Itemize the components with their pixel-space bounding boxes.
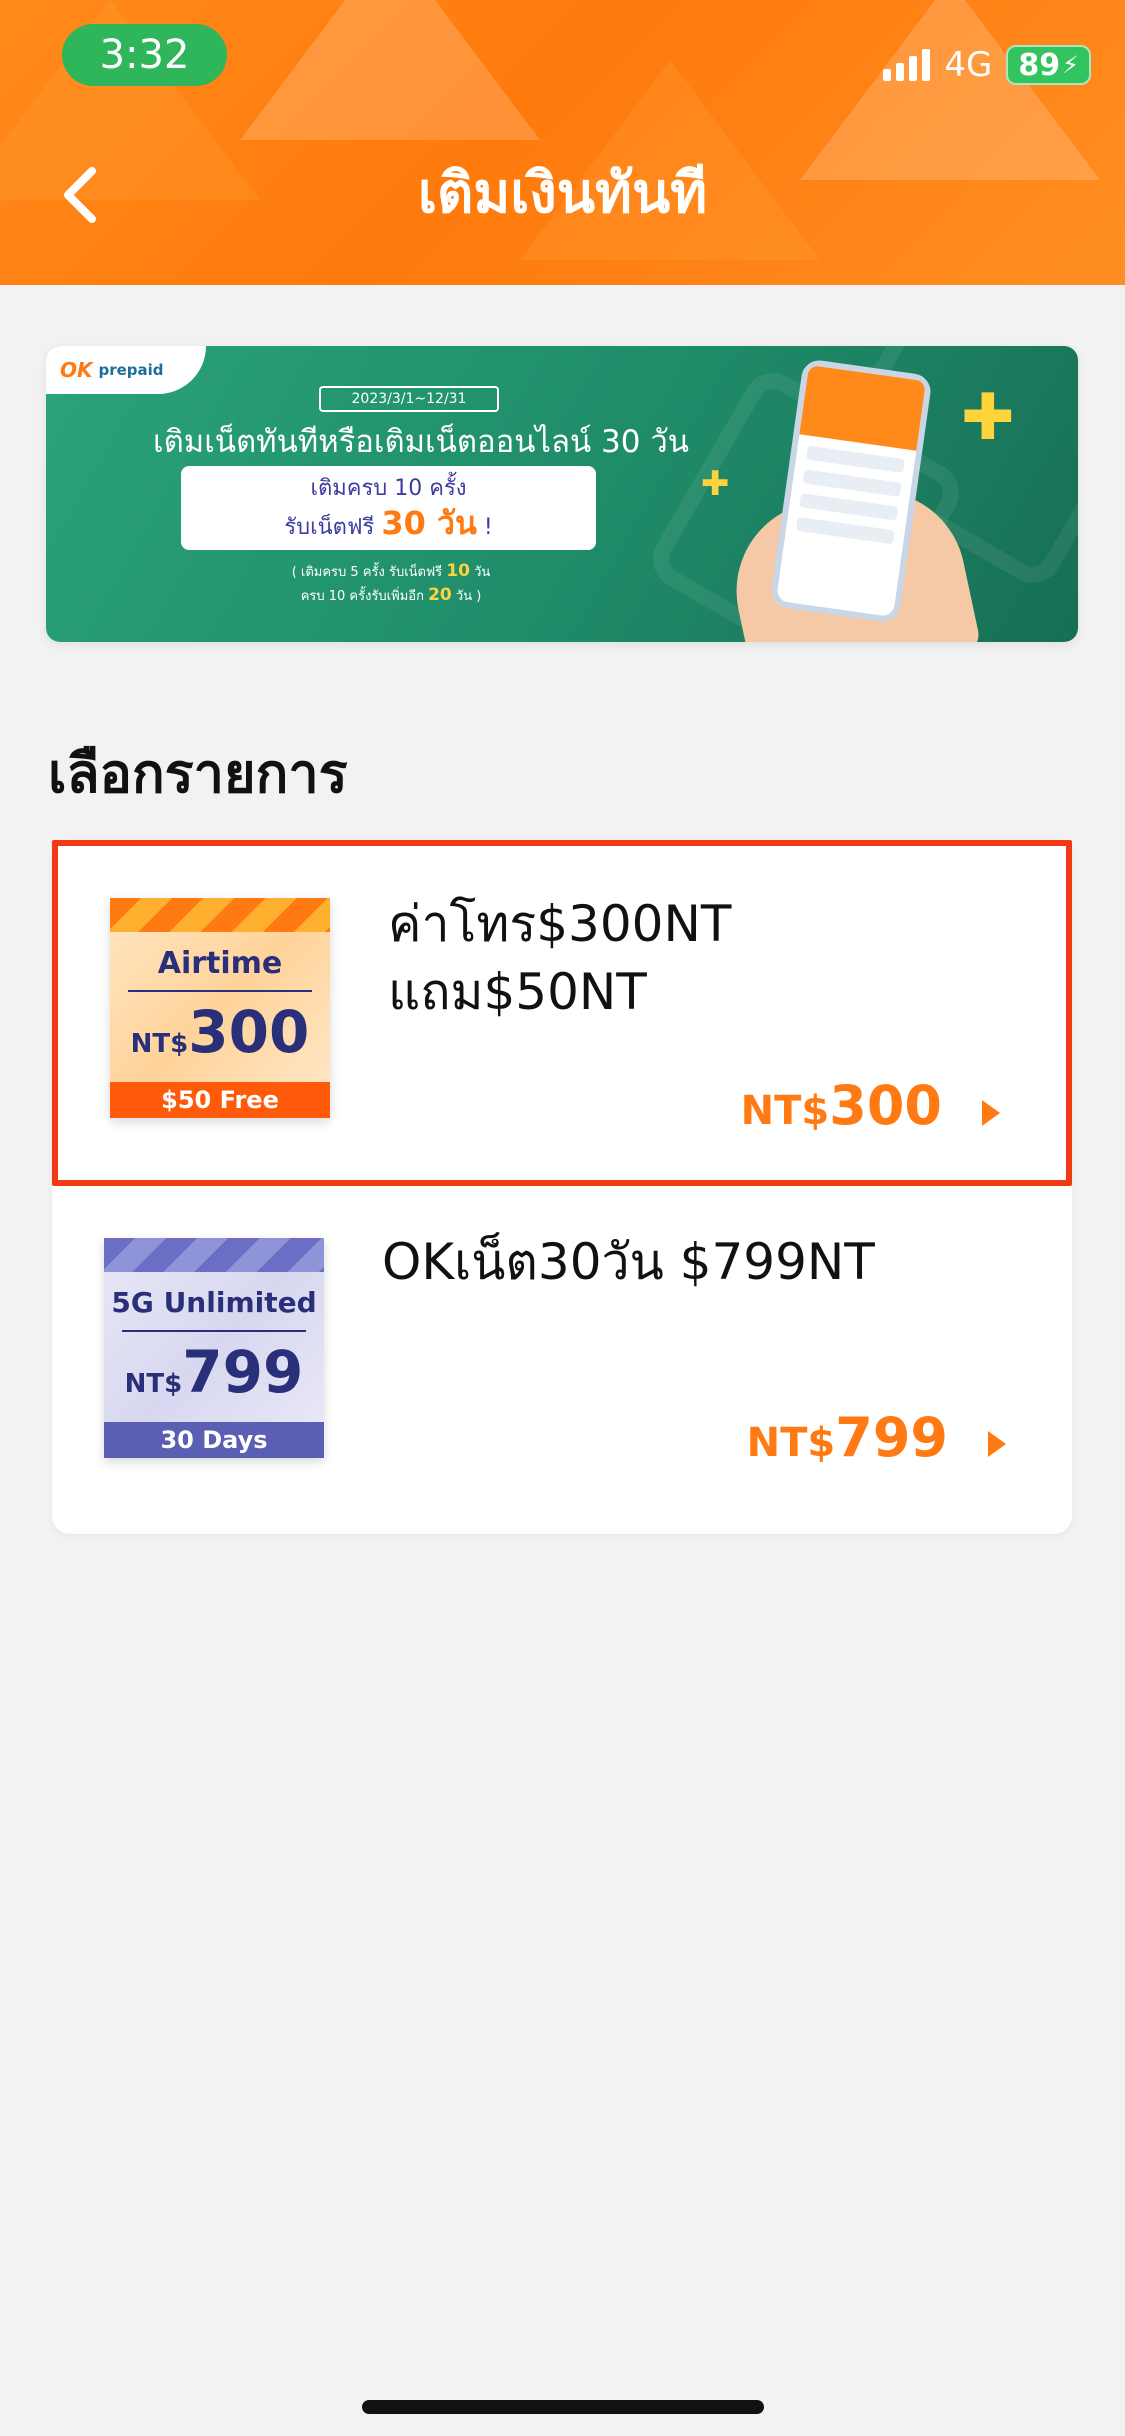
- product-name-line1: ค่าโทร$300NT: [388, 895, 732, 953]
- product-price: NT$799: [747, 1406, 948, 1469]
- banner-headline: เติมเน็ตทันทีหรือเติมเน็ตออนไลน์ 30 วัน: [153, 424, 689, 460]
- status-indicators: 4G 89 ⚡: [883, 42, 1091, 88]
- price-currency: NT$: [740, 1088, 830, 1134]
- thumb-divider: [122, 1330, 306, 1332]
- thumb-footer: $50 Free: [110, 1082, 330, 1118]
- thumb-currency: NT$: [130, 1029, 189, 1059]
- thumb-amount: 300: [188, 998, 310, 1066]
- thumb-footer: 30 Days: [104, 1422, 324, 1458]
- banner-offer-line1: เติมครบ 10 ครั้ง: [310, 475, 467, 501]
- banner-offer-line2: รับเน็ตฟรี 30 วัน !: [284, 506, 492, 545]
- promo-banner[interactable]: OK prepaid 2023/3/1~12/31 เติมเน็ตทันทีห…: [46, 346, 1078, 642]
- note1-highlight: 10: [446, 561, 470, 581]
- product-name-line1: OKเน็ต30วัน $799NT: [382, 1233, 875, 1291]
- header-pattern: [240, 0, 540, 140]
- battery-level: 89: [1018, 47, 1061, 83]
- banner-offer-box: เติมครบ 10 ครั้ง รับเน็ตฟรี 30 วัน !: [181, 466, 596, 550]
- price-amount: 300: [829, 1074, 942, 1137]
- product-list: Airtime NT$300 $50 Free ค่าโทร$300NT แถม…: [52, 840, 1072, 1534]
- banner-offer-highlight: 30 วัน: [381, 503, 477, 542]
- thumb-amount: 799: [182, 1338, 304, 1406]
- product-name: ค่าโทร$300NT แถม$50NT: [388, 890, 731, 1026]
- thumb-currency: NT$: [124, 1369, 183, 1399]
- note2-prefix: ครบ 10 ครั้งรับเพิ่มอีก: [300, 589, 424, 604]
- product-item-5g-unlimited-799[interactable]: 5G Unlimited NT$799 30 Days OKเน็ต30วัน …: [52, 1188, 1072, 1534]
- home-indicator[interactable]: [362, 2400, 764, 2414]
- thumb-divider: [128, 990, 312, 992]
- thumb-title: 5G Unlimited: [111, 1286, 317, 1319]
- signal-icon: [883, 49, 931, 81]
- play-arrow-icon: [988, 1431, 1006, 1457]
- banner-date-range: 2023/3/1~12/31: [319, 386, 499, 412]
- thumb-band: [110, 898, 330, 932]
- banner-offer-prefix: รับเน็ตฟรี: [284, 514, 375, 540]
- network-type: 4G: [944, 45, 993, 85]
- battery-icon: 89 ⚡: [1006, 45, 1091, 85]
- ok-prepaid-logo: OK prepaid: [46, 346, 206, 394]
- thumb-price: NT$799: [104, 1338, 324, 1406]
- product-price: NT$300: [741, 1074, 942, 1137]
- banner-note: ( เติมครบ 5 ครั้ง รับเน็ตฟรี 10 วัน ครบ …: [226, 560, 556, 608]
- thumb-band: [104, 1238, 324, 1272]
- banner-note-line1: ( เติมครบ 5 ครั้ง รับเน็ตฟรี 10 วัน: [226, 560, 556, 584]
- banner-offer-suffix: !: [483, 514, 493, 540]
- note1-prefix: ( เติมครบ 5 ครั้ง รับเน็ตฟรี: [291, 565, 443, 580]
- page-title: เติมเงินทันที: [417, 161, 708, 226]
- charging-icon: ⚡: [1062, 51, 1079, 79]
- section-title: เลือกรายการ: [48, 742, 348, 805]
- logo-ok-text: OK: [60, 358, 93, 382]
- banner-note-line2: ครบ 10 ครั้งรับเพิ่มอีก 20 วัน ): [226, 584, 556, 608]
- unlimited-thumbnail: 5G Unlimited NT$799 30 Days: [104, 1238, 324, 1458]
- thumb-price: NT$300: [110, 998, 330, 1066]
- product-name-line2: แถม$50NT: [388, 963, 647, 1021]
- note1-suffix: วัน: [474, 565, 491, 580]
- note2-highlight: 20: [428, 585, 452, 605]
- plus-icon: ✚: [701, 464, 730, 504]
- app-header: 3:32 4G 89 ⚡ เติมเงินทันที: [0, 0, 1125, 285]
- note2-suffix: วัน ): [455, 589, 482, 604]
- product-item-airtime-300[interactable]: Airtime NT$300 $50 Free ค่าโทร$300NT แถม…: [52, 840, 1072, 1186]
- airtime-thumbnail: Airtime NT$300 $50 Free: [110, 898, 330, 1118]
- status-time: 3:32: [62, 24, 227, 86]
- thumb-title: Airtime: [157, 946, 283, 981]
- product-name: OKเน็ต30วัน $799NT: [382, 1228, 875, 1296]
- play-arrow-icon: [982, 1100, 1000, 1126]
- logo-prepaid-text: prepaid: [98, 361, 164, 379]
- plus-icon: ✚: [961, 381, 1015, 455]
- price-currency: NT$: [746, 1420, 836, 1466]
- price-amount: 799: [835, 1406, 948, 1469]
